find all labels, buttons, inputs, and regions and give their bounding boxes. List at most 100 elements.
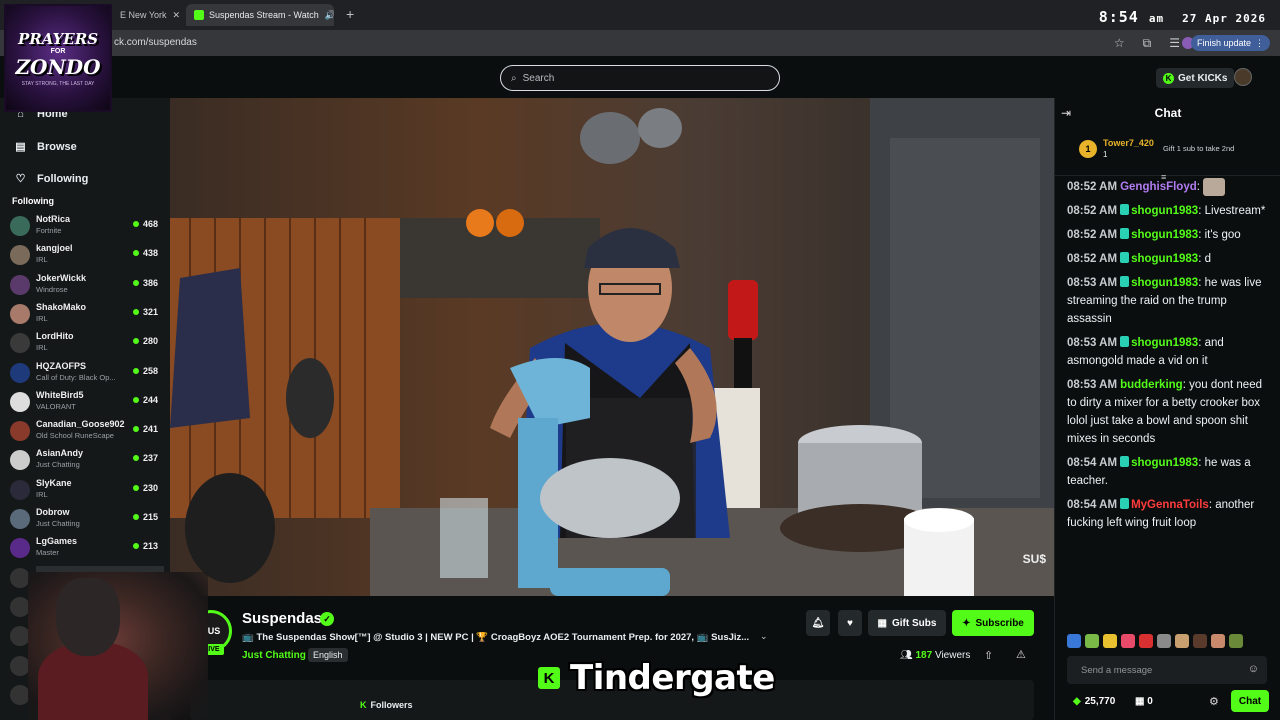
top-gifter-count: 1 [1103,150,1108,159]
url-field[interactable]: ck.com/suspendas [114,37,197,48]
channel-viewers: 386 [133,278,158,288]
followed-channel[interactable]: LordHito IRL 280 [10,329,162,357]
browser-tab-active[interactable]: Suspendas Stream - Watch 🔊 ✕ [186,4,334,26]
emote-icon[interactable] [1103,634,1117,648]
channel-avatar [10,509,30,529]
subscriber-badge-icon [1120,228,1130,240]
followed-channel[interactable]: LgGames Master 213 [10,534,162,562]
followed-channel[interactable]: kangjoel IRL 438 [10,241,162,269]
channel-category: VALORANT [36,401,76,411]
kick-logo-icon: K [538,667,560,689]
nav-following[interactable]: ♡ Following [14,172,89,186]
channel-avatar [10,567,30,588]
emote-bar [1067,634,1243,648]
report-icon[interactable]: ⚠ [1016,648,1026,661]
channel-name: Canadian_Goose902 [36,419,125,430]
chevron-down-icon[interactable]: ⌄ [760,631,768,642]
emote-icon[interactable] [1229,634,1243,648]
reading-list-icon[interactable]: ☰ [1169,36,1180,51]
close-tab-icon[interactable]: ✕ [167,10,181,21]
finish-update-label: Finish update [1196,38,1251,48]
gear-icon[interactable]: ⚙ [1209,695,1219,708]
followed-channel[interactable]: Canadian_Goose902 Old School RuneScape 241 [10,417,162,445]
top-gifter-name[interactable]: Tower7_420 [1103,138,1154,148]
send-chat-button[interactable]: Chat [1231,690,1269,712]
message-username[interactable]: shogun1983 [1131,277,1198,289]
followed-channel[interactable]: SlyKane IRL 230 [10,476,162,504]
follow-button[interactable]: ♥ [838,610,862,636]
collapse-chat-icon[interactable]: ⇥ [1061,106,1071,120]
channel-category: IRL [36,343,48,353]
subscriber-badge-icon [1120,276,1130,288]
new-tab-button[interactable]: + [346,6,354,22]
language-tag[interactable]: English [308,648,348,662]
video-player[interactable]: SU$ [170,98,1054,596]
channel-name: SlyKane [36,477,72,488]
user-avatar[interactable] [1234,68,1252,86]
caption-text: Tindergate [570,658,775,698]
bookmark-star-icon[interactable]: ☆ [1114,36,1125,51]
channel-category: Fortnite [36,226,62,235]
webcam-person-head [56,578,120,656]
chat-message-input[interactable]: Send a message ☺ [1067,656,1267,684]
message-username[interactable]: shogun1983 [1131,457,1198,469]
extensions-icon[interactable]: ⧉ [1143,36,1152,51]
message-text: it's goo [1204,229,1241,242]
followed-channel[interactable]: ShakoMako IRL 321 [10,300,162,328]
emote-icon[interactable] [1121,634,1135,648]
get-kicks-button[interactable]: K Get KICKs [1156,68,1235,88]
followed-channel[interactable]: JokerWickk Windrose 386 [10,271,162,299]
channel-avatar [10,391,30,412]
finish-update-button[interactable]: Finish update ⋮ [1190,35,1270,51]
emote-icon[interactable] [1211,634,1225,648]
logo-line-3: ZONDO [15,54,101,79]
kick-points[interactable]: 25,770 [1073,696,1116,707]
emoji-icon[interactable]: ☺ [1248,663,1259,675]
chat-message: 08:52 AM shogun1983: it's goo [1067,228,1241,242]
video-watermark: SU$ [1022,552,1046,566]
logo-line-4: STAY STRONG, THE LAST DAY [21,80,95,87]
search-input[interactable]: ⌕ Search [500,65,780,91]
message-username[interactable]: MyGennaToils [1131,499,1209,511]
emote-icon[interactable] [1067,634,1081,648]
channel-avatar [10,450,30,471]
message-username[interactable]: shogun1983 [1131,205,1198,217]
emote-icon[interactable] [1193,634,1207,648]
chat-message: 08:54 AM shogun1983: he was a teacher. [1067,456,1251,488]
emote-icon[interactable] [1175,634,1189,648]
category-link[interactable]: Just Chatting [242,650,306,661]
viewer-count: 👥︎ 187 Viewers [900,650,970,661]
message-username[interactable]: shogun1983 [1131,229,1198,241]
emote-icon[interactable] [1139,634,1153,648]
message-username[interactable]: shogun1983 [1131,337,1198,349]
message-timestamp: 08:52 AM [1067,205,1118,218]
browser-tab-other[interactable]: E New York ✕ [112,4,184,26]
message-timestamp: 08:53 AM [1067,277,1118,290]
channel-avatar [10,333,30,354]
channel-viewers: 468 [133,219,158,229]
followed-channel[interactable]: AsianAndy Just Chatting 237 [10,446,162,474]
subscribe-button[interactable]: ✦ Subscribe [952,610,1034,636]
channel-name[interactable]: Suspendas [242,610,322,627]
emote-icon[interactable] [1085,634,1099,648]
emote-icon[interactable] [1157,634,1171,648]
followed-channel[interactable]: Dobrow Just Chatting 215 [10,505,162,533]
notifications-button[interactable]: 🔔︎ [806,610,830,636]
message-username[interactable]: GenghisFloyd [1120,181,1197,193]
followed-channel[interactable]: HQZAOFPS Call of Duty: Black Op... 258 [10,359,162,387]
followed-channel[interactable]: NotRica Fortnite 468 [10,212,162,240]
channel-viewers: 213 [133,541,158,551]
heart-icon: ♡ [15,173,26,185]
speaker-icon[interactable]: 🔊 [319,10,334,21]
message-username[interactable]: shogun1983 [1131,253,1198,265]
chat-panel: Chat ⇥ 1 Tower7_420 1 Gift 1 sub to take… [1054,98,1280,720]
share-icon[interactable]: ⇧ [984,649,993,662]
message-username[interactable]: budderking [1120,379,1183,391]
gift-count[interactable]: ▦ 0 [1135,696,1153,707]
overlay-logo: PRAYERS FOR ZONDO STAY STRONG, THE LAST … [4,4,112,112]
channel-avatar [10,684,30,705]
browse-icon: ▤ [15,141,26,153]
nav-browse[interactable]: ▤ Browse [14,140,76,154]
gift-subs-button[interactable]: ▦ Gift Subs [868,610,946,636]
followed-channel[interactable]: WhiteBird5 VALORANT 244 [10,388,162,416]
